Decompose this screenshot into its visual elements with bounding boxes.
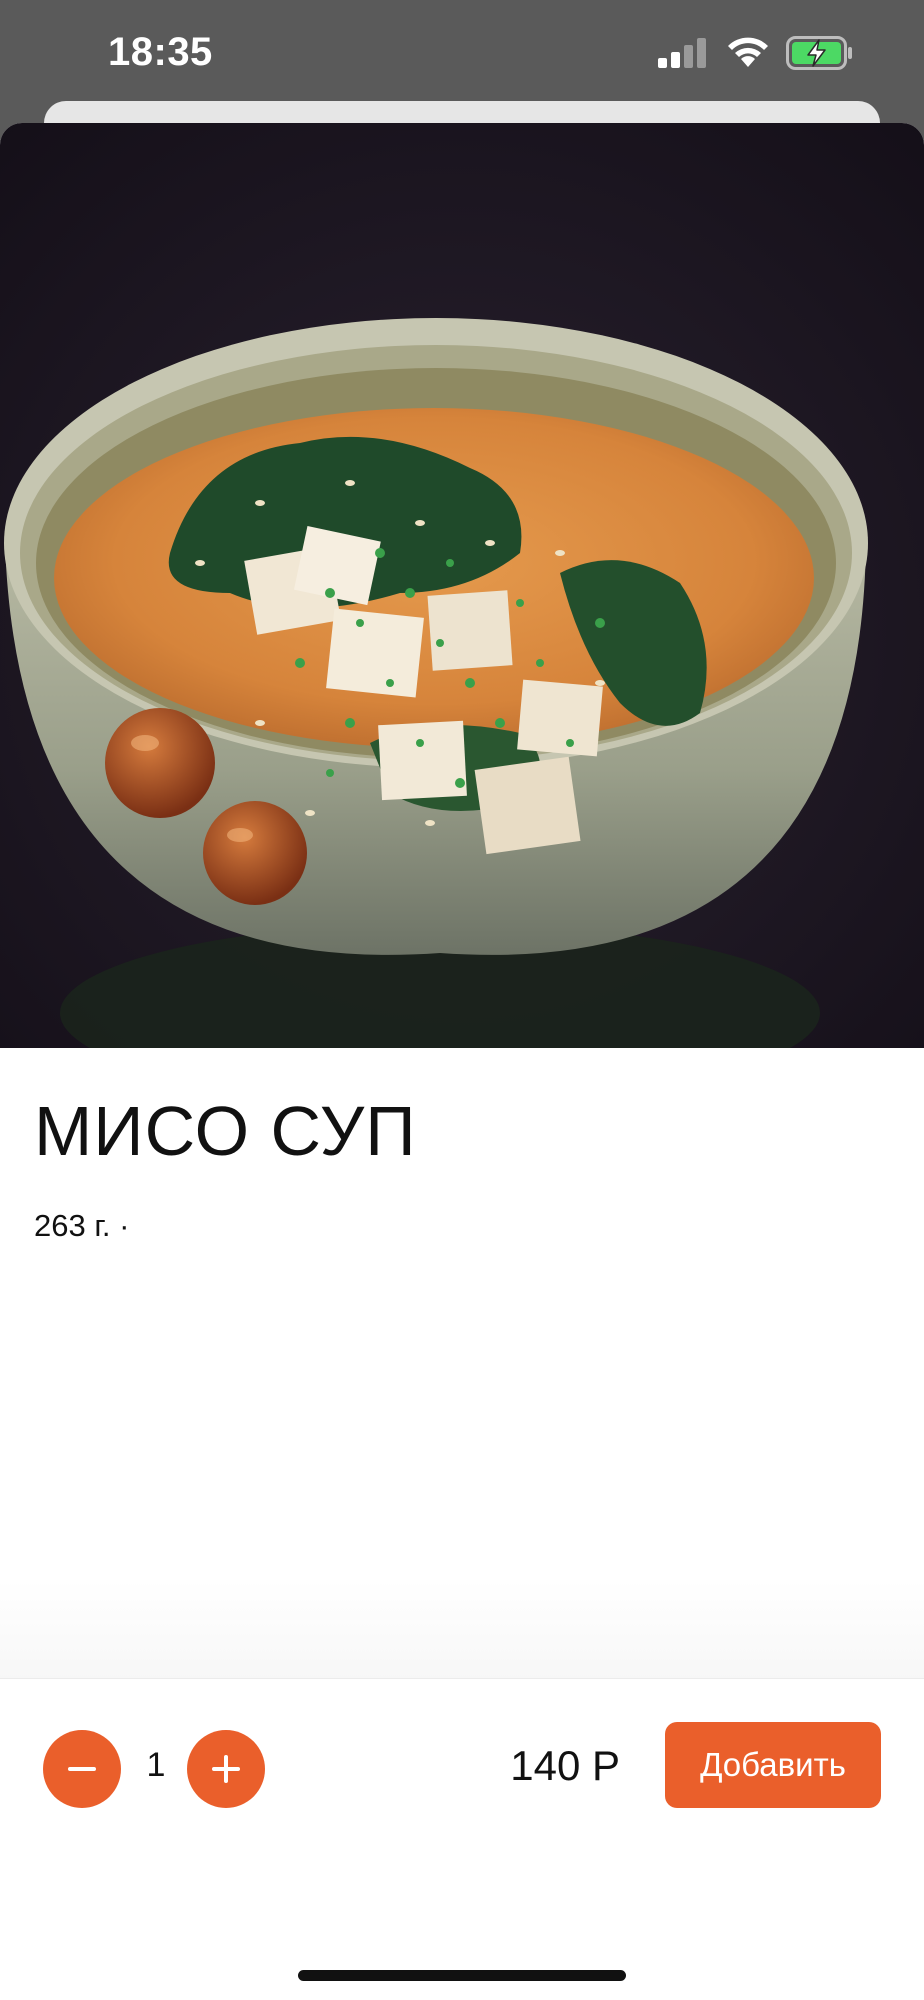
- app-screen: 18:35 МИСО СУП 263 г. · 1 140 Р Добавить: [0, 0, 924, 2000]
- bottom-fade: [0, 1580, 924, 1680]
- status-time: 18:35: [108, 30, 213, 74]
- product-price: 140 Р: [510, 1742, 620, 1789]
- plus-icon: [212, 1755, 240, 1783]
- miso-soup-photo: [0, 123, 924, 1048]
- home-indicator[interactable]: [298, 1970, 626, 1981]
- cellular-signal-icon: [658, 38, 706, 68]
- minus-icon: [68, 1767, 96, 1771]
- add-to-cart-button[interactable]: Добавить: [665, 1722, 881, 1808]
- wifi-icon: [728, 37, 768, 67]
- status-icons: [658, 36, 854, 70]
- product-title: МИСО СУП: [34, 1092, 417, 1170]
- product-weight: 263 г. ·: [34, 1208, 130, 1243]
- status-bar: 18:35: [0, 0, 924, 100]
- quantity-value: 1: [146, 1746, 166, 1784]
- battery-charging-icon: [786, 36, 852, 70]
- increase-quantity-button[interactable]: [187, 1730, 265, 1808]
- decrease-quantity-button[interactable]: [43, 1730, 121, 1808]
